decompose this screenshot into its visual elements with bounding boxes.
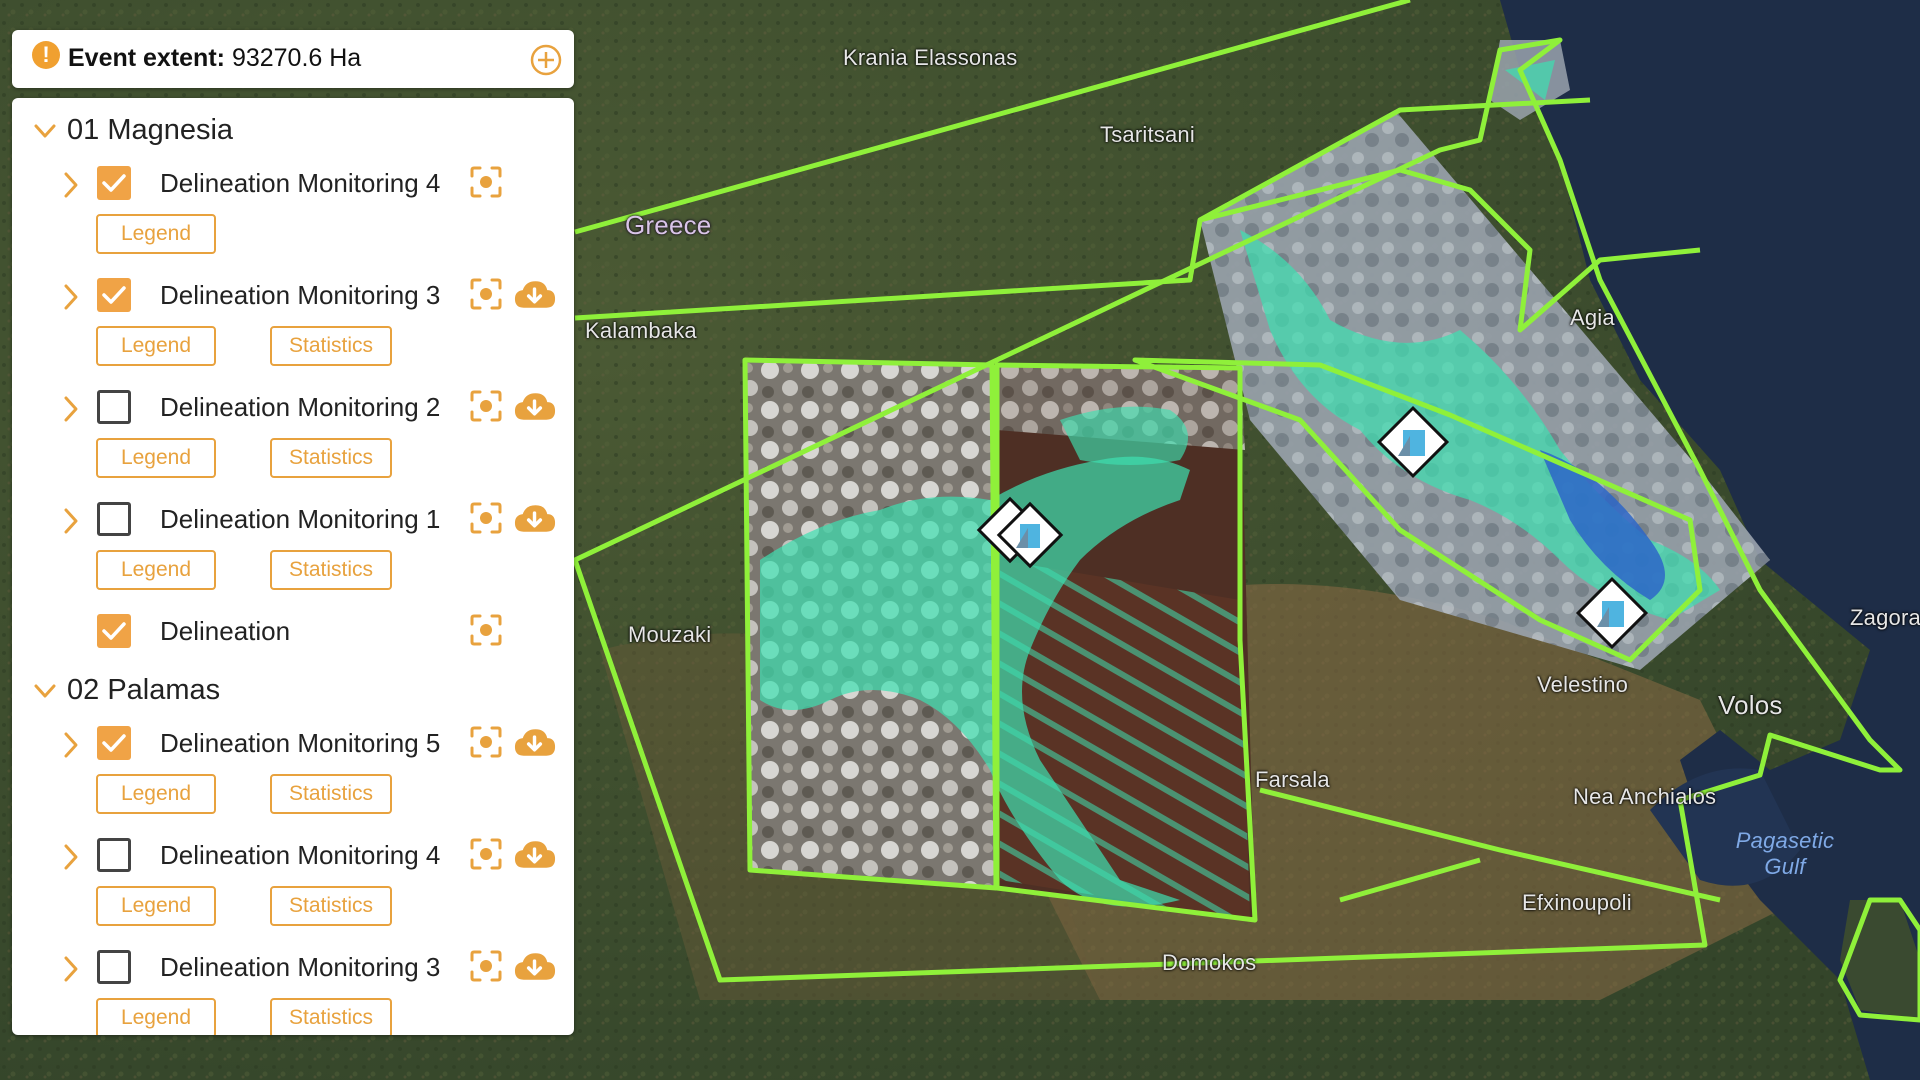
cloud-download-icon[interactable] [512,726,558,760]
place-label-volos: Volos [1718,690,1783,720]
chevron-down-icon[interactable] [32,118,58,144]
legend-button[interactable]: Legend [96,438,216,478]
statistics-button[interactable]: Statistics [270,550,392,590]
place-label-farsala: Farsala [1255,767,1330,792]
layer-checkbox[interactable] [97,390,131,424]
statistics-button[interactable]: Statistics [270,998,392,1035]
statistics-button[interactable]: Statistics [270,326,392,366]
place-label-efxinoupoli: Efxinoupoli [1522,890,1632,915]
chevron-right-icon[interactable] [60,954,82,984]
place-label-domokos: Domokos [1162,950,1257,975]
cloud-download-icon[interactable] [512,278,558,312]
place-label-tsaritsani: Tsaritsani [1100,122,1195,147]
layer-name: Delineation Monitoring 3 [160,952,441,982]
cloud-download-icon[interactable] [512,950,558,984]
legend-button[interactable]: Legend [96,326,216,366]
event-extent-text: Event extent: 93270.6 Ha [68,44,361,73]
legend-button[interactable]: Legend [96,886,216,926]
layer-checkbox[interactable] [97,838,131,872]
legend-button[interactable]: Legend [96,214,216,254]
event-extent-value: 93270.6 Ha [231,44,362,72]
check-icon [102,286,126,304]
place-label-krania: Krania Elassonas [843,45,1018,70]
chevron-right-icon[interactable] [60,394,82,424]
layer-checkbox[interactable] [97,950,131,984]
statistics-button[interactable]: Statistics [270,438,392,478]
zoom-to-icon[interactable] [468,948,504,984]
layer-row: Delineation Monitoring 1 [12,494,574,554]
flood-extent-upper [1060,406,1188,465]
check-icon [102,622,126,640]
layer-name: Delineation Monitoring 3 [160,280,441,310]
check-icon [102,174,126,192]
layer-name: Delineation Monitoring 4 [160,168,441,198]
layer-name: Delineation Monitoring 5 [160,728,441,758]
check-icon [102,734,126,752]
place-label-greece: Greece [625,210,712,240]
layer-checkbox[interactable] [97,502,131,536]
layer-panel[interactable]: 01 Magnesia Delineation Monitoring 4 Legen… [12,98,574,1035]
cloud-download-icon[interactable] [512,838,558,872]
legend-button[interactable]: Legend [96,550,216,590]
layer-checkbox[interactable] [97,166,131,200]
chevron-right-icon[interactable] [60,170,82,200]
layer-row: Delineation Monitoring 4 [12,158,574,218]
statistics-button[interactable]: Statistics [270,774,392,814]
group-header[interactable]: 02 Palamas [12,670,574,710]
cloud-download-icon[interactable] [512,390,558,424]
plus-circle-icon[interactable] [530,44,562,76]
chevron-right-icon[interactable] [60,842,82,872]
place-label-gulf: Pagasetic Gulf [1735,828,1835,879]
cloud-download-icon[interactable] [512,502,558,536]
layer-name: Delineation Monitoring 4 [160,840,441,870]
warning-icon: ! [32,41,60,69]
chevron-right-icon[interactable] [60,506,82,536]
group-title: 01 Magnesia [67,114,234,146]
zoom-to-icon[interactable] [468,612,504,648]
event-extent-label: Event extent: [68,44,225,72]
zoom-to-icon[interactable] [468,164,504,200]
layer-row: Delineation Monitoring 5 [12,718,574,778]
place-label-zagora: Zagora [1850,605,1920,630]
layer-name: Delineation [160,616,291,646]
layer-row: Delineation [12,606,574,666]
legend-button[interactable]: Legend [96,998,216,1035]
group-title: 02 Palamas [67,674,221,706]
place-label-velestino: Velestino [1537,672,1629,697]
zoom-to-icon[interactable] [468,724,504,760]
place-label-mouzaki: Mouzaki [628,622,712,647]
chevron-right-icon[interactable] [60,282,82,312]
layer-name: Delineation Monitoring 2 [160,392,441,422]
layer-name: Delineation Monitoring 1 [160,504,441,534]
event-extent-bar: ! Event extent: 93270.6 Ha [12,30,574,88]
layer-row: Delineation Monitoring 4 [12,830,574,890]
zoom-to-icon[interactable] [468,388,504,424]
zoom-to-icon[interactable] [468,836,504,872]
layer-checkbox[interactable] [97,614,131,648]
legend-button[interactable]: Legend [96,774,216,814]
zoom-to-icon[interactable] [468,276,504,312]
layer-row: Delineation Monitoring 3 [12,270,574,330]
layer-row: Delineation Monitoring 3 [12,942,574,1002]
place-label-nea: Nea Anchialos [1573,784,1717,809]
layer-checkbox[interactable] [97,726,131,760]
place-label-kalambaka: Kalambaka [585,318,697,343]
group-header[interactable]: 01 Magnesia [12,110,574,150]
place-label-agia: Agia [1570,305,1615,330]
layer-row: Delineation Monitoring 2 [12,382,574,442]
chevron-right-icon[interactable] [60,730,82,760]
zoom-to-icon[interactable] [468,500,504,536]
layer-checkbox[interactable] [97,278,131,312]
chevron-down-icon[interactable] [32,678,58,704]
statistics-button[interactable]: Statistics [270,886,392,926]
